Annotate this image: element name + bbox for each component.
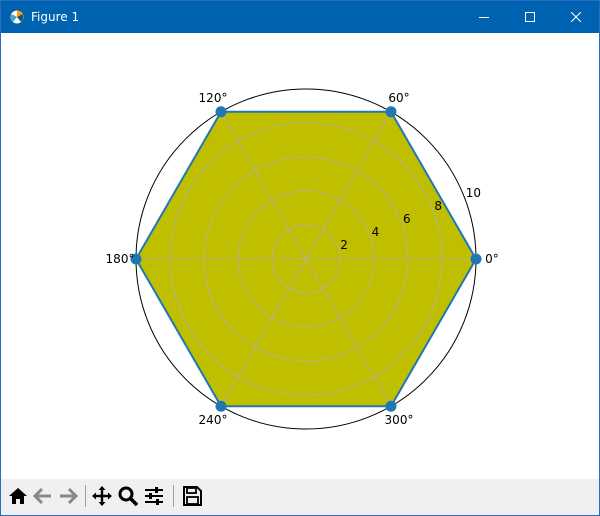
theta-tick-label: 300° xyxy=(385,413,414,427)
home-button[interactable] xyxy=(7,485,29,507)
figure-window: Figure 1 0° 60° 120° 180° 240° 300° 2 4 6 8 10 xyxy=(0,0,600,516)
data-point xyxy=(470,253,482,265)
window-title: Figure 1 xyxy=(31,10,80,24)
arrow-left-icon xyxy=(32,487,51,505)
navigation-toolbar xyxy=(1,479,599,515)
toolbar-separator xyxy=(173,485,174,507)
matplotlib-logo-icon xyxy=(9,9,25,25)
sliders-icon xyxy=(145,487,163,505)
theta-tick-label: 60° xyxy=(388,91,409,105)
theta-tick-label: 120° xyxy=(199,91,228,105)
theta-tick-label: 180° xyxy=(106,252,135,266)
configure-subplots-button[interactable] xyxy=(143,485,165,507)
radial-tick-label: 10 xyxy=(466,186,481,200)
pan-button[interactable] xyxy=(91,485,113,507)
minimize-icon xyxy=(479,17,489,18)
maximize-icon xyxy=(525,12,535,22)
close-icon xyxy=(571,12,581,22)
arrow-right-icon xyxy=(60,487,79,505)
data-point xyxy=(215,400,227,412)
magnifier-icon xyxy=(118,486,139,507)
save-button[interactable] xyxy=(181,485,203,507)
radial-tick-label: 2 xyxy=(340,238,348,252)
home-icon xyxy=(9,488,27,504)
title-bar[interactable]: Figure 1 xyxy=(1,1,599,33)
zoom-button[interactable] xyxy=(117,485,139,507)
move-icon xyxy=(92,486,112,506)
close-button[interactable] xyxy=(553,1,599,33)
data-point xyxy=(385,106,397,118)
data-point xyxy=(385,400,397,412)
theta-tick-label: 0° xyxy=(485,252,499,266)
polar-chart: 0° 60° 120° 180° 240° 300° 2 4 6 8 10 xyxy=(106,88,499,430)
back-button[interactable] xyxy=(32,485,54,507)
maximize-button[interactable] xyxy=(507,1,553,33)
data-point xyxy=(215,106,227,118)
theta-tick-label: 240° xyxy=(199,413,228,427)
radial-tick-label: 6 xyxy=(403,212,411,226)
toolbar-separator xyxy=(85,485,86,507)
minimize-button[interactable] xyxy=(461,1,507,33)
radial-tick-label: 8 xyxy=(434,199,442,213)
radial-tick-label: 4 xyxy=(372,225,380,239)
floppy-disk-icon xyxy=(183,486,202,506)
forward-button[interactable] xyxy=(57,485,79,507)
figure-canvas[interactable]: 0° 60° 120° 180° 240° 300° 2 4 6 8 10 xyxy=(1,33,599,479)
